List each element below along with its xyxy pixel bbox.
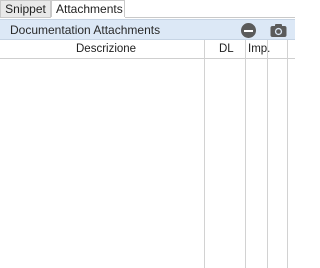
tab-snippet[interactable]: Snippet [0,0,51,17]
tab-divider [125,17,295,18]
column-header-descrizione[interactable]: Descrizione [76,43,136,55]
column-header-dl[interactable]: DL [219,43,234,55]
capture-attachment-button[interactable] [270,23,287,38]
tab-divider [0,17,51,18]
table-header: Descrizione DL Imp. [0,40,295,59]
tab-attachments[interactable]: Attachments [51,0,125,17]
panel-title: Documentation Attachments [10,23,161,37]
table-body [0,59,295,268]
tab-snippet-label: Snippet [5,2,46,16]
panel-header: Documentation Attachments [0,19,295,40]
tab-attachments-label: Attachments [56,2,123,16]
camera-icon [270,24,287,37]
remove-attachment-button[interactable] [241,23,256,38]
tab-bar: Snippet Attachments [0,0,295,18]
